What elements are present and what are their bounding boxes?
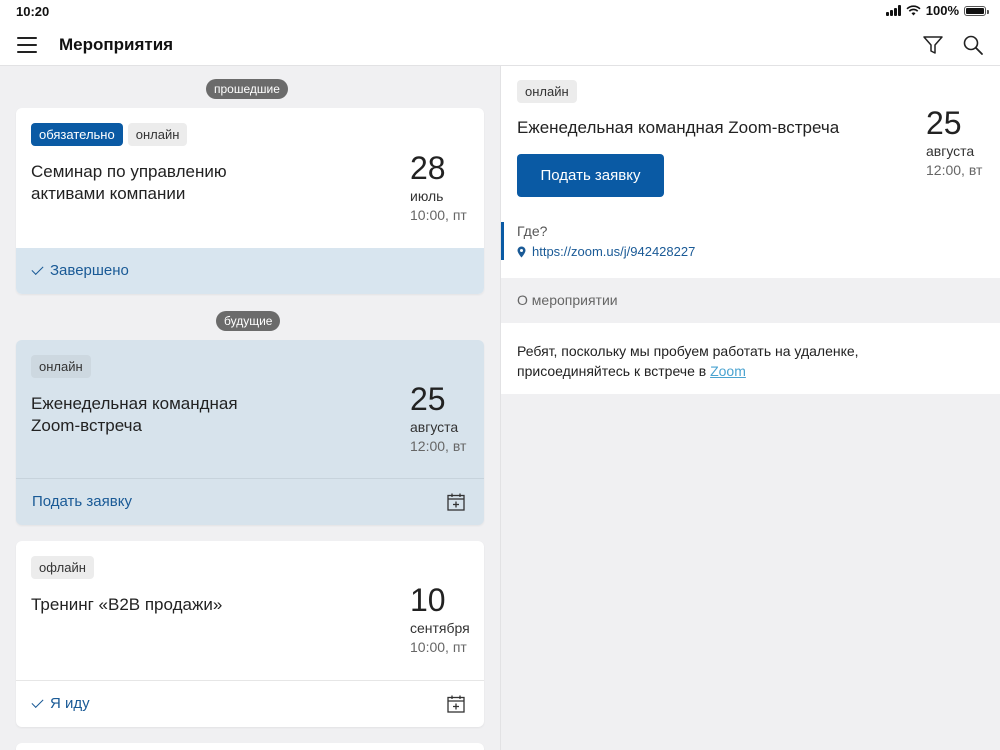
event-day: 28 bbox=[410, 150, 446, 186]
event-day: 25 bbox=[410, 381, 446, 417]
event-month: сентября bbox=[410, 620, 470, 636]
page-title: Мероприятия bbox=[59, 35, 174, 54]
cellular-signal-icon bbox=[885, 5, 901, 16]
event-detail-header: онлайн Еженедельная командная Zoom-встре… bbox=[501, 66, 1000, 278]
location-label: Где? bbox=[517, 223, 548, 239]
event-tags: онлайн bbox=[31, 355, 91, 378]
event-day: 10 bbox=[410, 582, 446, 618]
apply-link[interactable]: Подать заявку bbox=[32, 493, 132, 510]
status-completed-label: Завершено bbox=[50, 262, 129, 279]
event-time: 10:00, пт bbox=[410, 207, 467, 223]
event-detail-title: Еженедельная командная Zoom-встреча bbox=[517, 118, 840, 137]
search-icon[interactable] bbox=[962, 34, 984, 56]
about-text-line-2: присоединяйтесь к встрече в bbox=[517, 363, 711, 379]
event-date: 28 июль 10:00, пт bbox=[410, 151, 467, 223]
event-action-footer: Подать заявку bbox=[16, 478, 484, 524]
check-icon bbox=[31, 262, 44, 276]
about-label: О мероприятии bbox=[517, 292, 618, 308]
event-card-b2b-training[interactable]: офлайн Тренинг «B2B продажи» 10 сентября… bbox=[16, 541, 484, 727]
event-date: 10 сентября 10:00, пт bbox=[410, 583, 470, 655]
event-card-partial[interactable] bbox=[16, 743, 484, 750]
status-bar: 10:20 100% bbox=[0, 0, 1000, 24]
event-time: 12:00, вт bbox=[410, 438, 467, 454]
event-date: 25 августа 12:00, вт bbox=[410, 382, 466, 454]
about-section-header: О мероприятии bbox=[501, 278, 1000, 323]
battery-percent: 100% bbox=[925, 3, 959, 18]
event-day: 25 bbox=[926, 105, 962, 141]
status-completed: Завершено bbox=[31, 262, 129, 279]
event-title: Еженедельная командная Zoom-встреча bbox=[31, 394, 238, 435]
event-time: 12:00, вт bbox=[926, 162, 983, 178]
events-list: прошедшие обязательно онлайн Семинар по … bbox=[0, 66, 500, 750]
tag-online: онлайн bbox=[517, 80, 577, 103]
battery-icon bbox=[964, 5, 989, 16]
event-detail-date: 25 августа 12:00, вт bbox=[926, 106, 982, 178]
tag-offline: офлайн bbox=[31, 556, 94, 579]
event-tags: обязательно онлайн bbox=[31, 123, 188, 146]
section-label-future: будущие bbox=[216, 311, 281, 331]
section-label-past: прошедшие bbox=[206, 79, 288, 99]
filter-icon[interactable] bbox=[922, 34, 944, 56]
tag-online: онлайн bbox=[31, 355, 91, 378]
zoom-link[interactable]: Zoom bbox=[710, 363, 746, 379]
going-toggle[interactable]: Я иду bbox=[31, 695, 90, 712]
location-pin-icon bbox=[517, 246, 526, 257]
tag-mandatory: обязательно bbox=[31, 123, 123, 146]
status-indicators: 100% bbox=[885, 3, 989, 18]
event-action-footer: Я иду bbox=[16, 680, 484, 726]
event-detail-panel: онлайн Еженедельная командная Zoom-встре… bbox=[501, 66, 1000, 750]
event-title: Семинар по управлению активами компании bbox=[31, 162, 227, 203]
event-time: 10:00, пт bbox=[410, 639, 467, 655]
event-month: июль bbox=[410, 188, 444, 204]
about-section-body: Ребят, поскольку мы пробуем работать на … bbox=[501, 323, 1000, 394]
event-month: августа bbox=[926, 143, 975, 159]
status-time: 10:20 bbox=[16, 4, 50, 19]
about-description: Ребят, поскольку мы пробуем работать на … bbox=[517, 341, 977, 381]
going-label: Я иду bbox=[50, 695, 90, 712]
event-title: Тренинг «B2B продажи» bbox=[31, 595, 223, 614]
tag-online: онлайн bbox=[127, 123, 188, 146]
event-status-footer: Завершено bbox=[16, 248, 484, 294]
wifi-icon bbox=[906, 5, 921, 16]
event-card-seminar[interactable]: обязательно онлайн Семинар по управлению… bbox=[16, 108, 484, 294]
location-link[interactable]: https://zoom.us/j/942428227 bbox=[517, 244, 695, 259]
nav-bar: Мероприятия bbox=[0, 24, 1000, 66]
event-card-zoom-meeting[interactable]: онлайн Еженедельная командная Zoom-встре… bbox=[16, 340, 484, 525]
location-accent-bar bbox=[501, 222, 504, 260]
event-tags: офлайн bbox=[31, 556, 94, 579]
add-to-calendar-icon[interactable] bbox=[447, 493, 465, 511]
event-month: августа bbox=[410, 419, 459, 435]
about-text-line-1: Ребят, поскольку мы пробуем работать на … bbox=[517, 343, 859, 359]
add-to-calendar-icon[interactable] bbox=[447, 695, 465, 713]
check-icon bbox=[31, 695, 44, 709]
hamburger-menu-icon[interactable] bbox=[17, 37, 37, 53]
apply-button[interactable]: Подать заявку bbox=[517, 154, 664, 197]
location-url[interactable]: https://zoom.us/j/942428227 bbox=[532, 244, 695, 259]
